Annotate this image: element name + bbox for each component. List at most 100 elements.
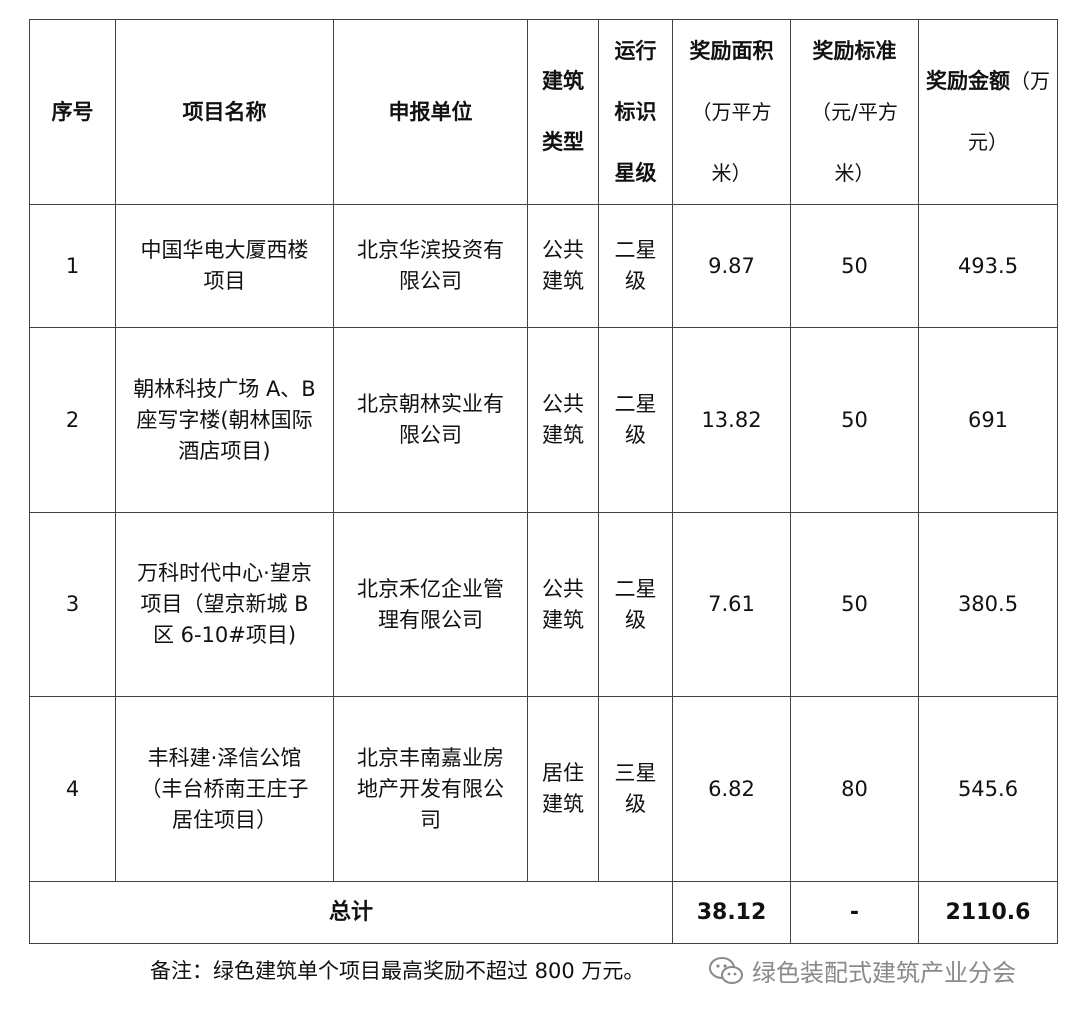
row-standard: 80: [790, 696, 919, 882]
row-project: 中国华电大厦西楼 项目: [115, 204, 334, 328]
table-row: 4 丰科建·泽信公馆 （丰台桥南王庄子 居住项目） 北京丰南嘉业房 地产开发有限…: [29, 696, 1058, 882]
header-rating-l1: 运行: [614, 38, 657, 63]
row-type-line: 公共: [542, 392, 584, 416]
row-project-line: 丰科建·泽信公馆: [147, 745, 302, 770]
row-rating-line: 级: [625, 607, 646, 632]
row-area: 9.87: [672, 204, 791, 328]
row-index: 3: [29, 512, 116, 697]
row-amount: 691: [918, 327, 1058, 513]
row-unit-line: 北京丰南嘉业房: [357, 745, 504, 770]
row-standard: 50: [790, 512, 919, 697]
row-rating-line: 级: [625, 269, 646, 293]
row-project-line: 座写字楼(朝林国际: [136, 407, 313, 432]
header-standard: 奖励标准 （元/平方 米）: [790, 19, 919, 205]
row-rating: 二星 级: [598, 327, 673, 513]
total-label: 总计: [29, 881, 673, 944]
table-row: 1 中国华电大厦西楼 项目 北京华滨投资有 限公司 公共 建筑 二星 级 9.8…: [29, 204, 1058, 328]
header-amount-unit-l1: （万: [1010, 69, 1050, 93]
row-project-line: 区 6-10#项目): [152, 623, 297, 647]
header-standard-unit-l1: （元/平方: [811, 99, 898, 124]
row-index: 1: [29, 204, 116, 328]
row-unit: 北京禾亿企业管 理有限公司: [333, 512, 528, 697]
header-area-unit-l2: 米）: [711, 160, 752, 185]
row-unit-line: 地产开发有限公: [357, 776, 504, 801]
header-index: 序号: [29, 19, 116, 205]
header-rating-l3: 星级: [614, 160, 657, 185]
row-type-line: 公共: [542, 238, 584, 262]
row-rating-line: 级: [625, 423, 646, 447]
row-project: 朝林科技广场 A、B 座写字楼(朝林国际 酒店项目): [115, 327, 334, 513]
award-table: 序号 项目名称 申报单位 建筑 类型 运行 标识 星级 奖励面积 （万平方 米）…: [29, 19, 1058, 944]
row-area: 13.82: [672, 327, 791, 513]
header-area: 奖励面积 （万平方 米）: [672, 19, 791, 205]
row-rating-line: 二星: [614, 576, 657, 601]
header-unit: 申报单位: [333, 19, 528, 205]
row-rating-line: 二星: [614, 238, 657, 262]
total-standard: -: [790, 881, 919, 944]
row-type-line: 建筑: [542, 423, 584, 447]
row-rating-line: 三星: [614, 761, 657, 785]
header-amount-title: 奖励金额: [926, 69, 1010, 93]
row-rating-line: 二星: [614, 392, 657, 416]
header-amount: 奖励金额（万 元）: [918, 19, 1058, 205]
total-amount: 2110.6: [918, 881, 1058, 944]
table-row: 3 万科时代中心·望京 项目（望京新城 B 区 6-10#项目) 北京禾亿企业管…: [29, 512, 1058, 697]
row-project-line: 酒店项目): [178, 438, 271, 463]
watermark: 绿色装配式建筑产业分会: [708, 953, 1016, 988]
row-type-line: 建筑: [542, 269, 584, 293]
row-type-line: 建筑: [542, 607, 584, 632]
row-project: 万科时代中心·望京 项目（望京新城 B 区 6-10#项目): [115, 512, 334, 697]
row-type-line: 居住: [542, 761, 584, 785]
row-area: 6.82: [672, 696, 791, 882]
row-project-line: 居住项目）: [172, 807, 277, 832]
row-rating: 二星 级: [598, 512, 673, 697]
row-standard: 50: [790, 204, 919, 328]
row-project-line: 朝林科技广场 A、B: [133, 376, 316, 401]
row-building-type: 公共 建筑: [527, 204, 599, 328]
header-project: 项目名称: [115, 19, 334, 205]
row-unit: 北京丰南嘉业房 地产开发有限公 司: [333, 696, 528, 882]
row-project-line: 万科时代中心·望京: [137, 561, 312, 585]
row-building-type: 居住 建筑: [527, 696, 599, 882]
total-row: 总计 38.12 - 2110.6: [29, 881, 1058, 944]
row-unit: 北京朝林实业有 限公司: [333, 327, 528, 513]
table-row: 2 朝林科技广场 A、B 座写字楼(朝林国际 酒店项目) 北京朝林实业有 限公司…: [29, 327, 1058, 513]
wechat-icon: [708, 956, 744, 986]
header-area-unit-l1: （万平方: [691, 99, 772, 124]
row-rating: 二星 级: [598, 204, 673, 328]
row-type-line: 公共: [542, 576, 584, 601]
footnote: 备注：绿色建筑单个项目最高奖励不超过 800 万元。: [150, 959, 645, 983]
row-unit-line: 限公司: [399, 269, 462, 293]
header-amount-unit-l2: 元）: [968, 130, 1008, 154]
row-project-line: 中国华电大厦西楼: [140, 238, 309, 262]
row-amount: 380.5: [918, 512, 1058, 697]
row-rating-line: 级: [625, 792, 646, 816]
watermark-text: 绿色装配式建筑产业分会: [752, 959, 1016, 987]
header-row: 序号 项目名称 申报单位 建筑 类型 运行 标识 星级 奖励面积 （万平方 米）…: [29, 19, 1058, 205]
row-unit-line: 限公司: [399, 423, 462, 447]
row-index: 4: [29, 696, 116, 882]
row-rating: 三星 级: [598, 696, 673, 882]
row-building-type: 公共 建筑: [527, 512, 599, 697]
row-amount: 545.6: [918, 696, 1058, 882]
header-area-title: 奖励面积: [689, 38, 774, 63]
row-standard: 50: [790, 327, 919, 513]
row-unit: 北京华滨投资有 限公司: [333, 204, 528, 328]
row-unit-line: 北京朝林实业有: [357, 392, 504, 416]
row-project-line: 项目: [203, 269, 246, 293]
row-index: 2: [29, 327, 116, 513]
row-unit-line: 北京华滨投资有: [357, 238, 504, 262]
header-rating: 运行 标识 星级: [598, 19, 673, 205]
header-building-type-l1: 建筑: [542, 69, 584, 93]
row-amount: 493.5: [918, 204, 1058, 328]
row-unit-line: 北京禾亿企业管: [357, 576, 504, 601]
header-standard-title: 奖励标准: [812, 38, 897, 63]
row-project-line: 项目（望京新城 B: [140, 592, 309, 616]
total-area: 38.12: [672, 881, 791, 944]
header-rating-l2: 标识: [614, 99, 657, 124]
row-building-type: 公共 建筑: [527, 327, 599, 513]
row-unit-line: 理有限公司: [378, 607, 483, 632]
row-area: 7.61: [672, 512, 791, 697]
row-project-line: （丰台桥南王庄子: [140, 776, 309, 801]
row-project: 丰科建·泽信公馆 （丰台桥南王庄子 居住项目）: [115, 696, 334, 882]
